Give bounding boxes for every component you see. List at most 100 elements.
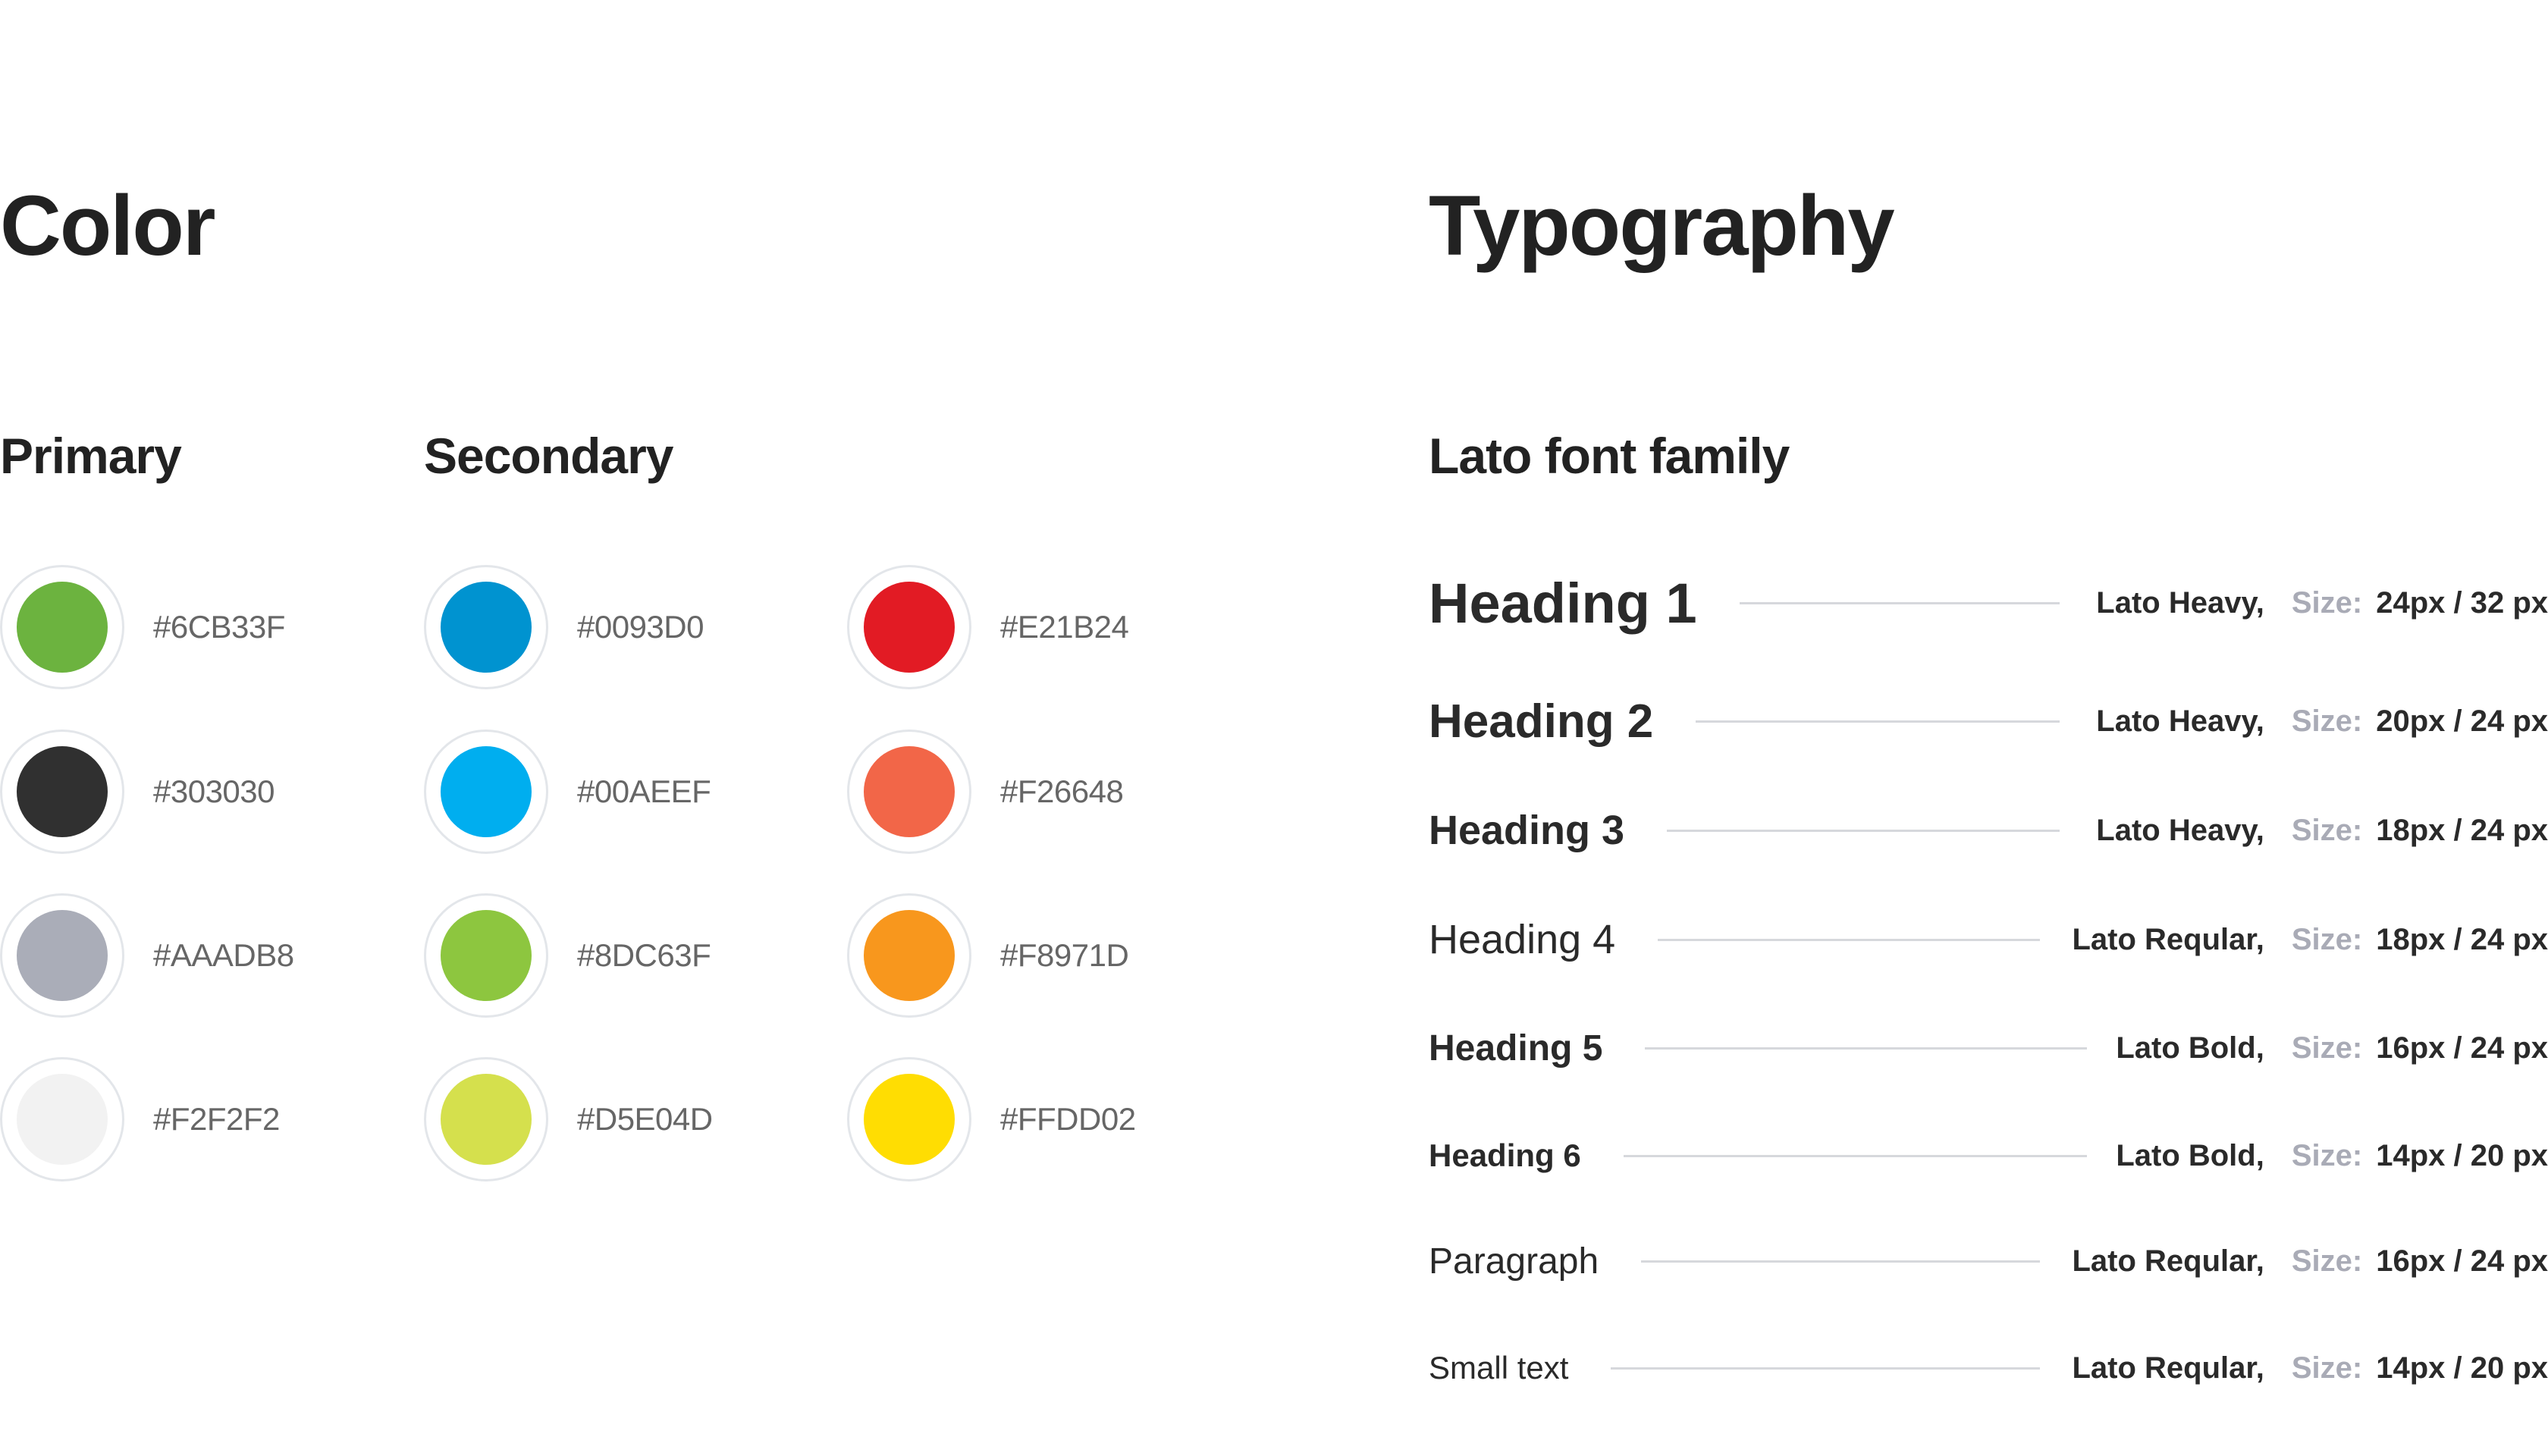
divider-line (1658, 938, 2040, 941)
font-name: Lato Reqular, (2072, 1244, 2264, 1278)
size-value: 18px / 24 px (2376, 922, 2548, 956)
color-swatch-circle (864, 582, 955, 673)
color-swatch-item: #00AEEF (424, 728, 711, 855)
type-spec: Lato Heavy, Size: 18px / 24 px (2096, 814, 2548, 848)
type-spec: Lato Heavy, Size: 24px / 32 px (2096, 586, 2548, 620)
swatch-ring (0, 565, 124, 689)
color-swatch-item: #FFDD02 (847, 1056, 1136, 1183)
font-name: Lato Heavy, (2096, 704, 2264, 738)
color-swatch-circle (17, 910, 108, 1001)
divider-line (1667, 829, 2060, 832)
color-swatch-circle (441, 1074, 532, 1165)
color-title: Color (0, 178, 215, 273)
color-swatch-item: #D5E04D (424, 1056, 713, 1183)
divider-line (1645, 1046, 2087, 1050)
hex-code-label: #0093D0 (577, 609, 704, 645)
type-spec: Lato Bold, Size: 16px / 24 px (2116, 1031, 2548, 1065)
hex-code-label: #F2F2F2 (153, 1101, 280, 1137)
color-swatch-item: #F8971D (847, 892, 1129, 1019)
hex-code-label: #AAADB8 (153, 937, 294, 973)
color-swatch-item: #8DC63F (424, 892, 711, 1019)
type-spec: Lato Reqular, Size: 14px / 20 px (2072, 1351, 2548, 1385)
color-swatch-item: #F26648 (847, 728, 1124, 855)
font-name: Lato Reqular, (2072, 1351, 2264, 1385)
divider-line (1696, 720, 2060, 723)
hex-code-label: #303030 (153, 774, 275, 809)
divider-line (1641, 1260, 2040, 1263)
type-sample: Heading 5 (1429, 1028, 1603, 1068)
swatch-ring (0, 893, 124, 1018)
primary-heading: Primary (0, 428, 182, 484)
size-value: 14px / 20 px (2376, 1351, 2548, 1385)
color-swatch-circle (864, 1074, 955, 1165)
size-value: 20px / 24 px (2376, 704, 2548, 738)
hex-code-label: #FFDD02 (1000, 1101, 1136, 1137)
type-sample: Heading 2 (1429, 695, 1654, 748)
font-name: Lato Bold, (2116, 1138, 2264, 1172)
type-sample: Paragraph (1429, 1241, 1599, 1282)
hex-code-label: #F26648 (1000, 774, 1124, 809)
color-swatch-circle (17, 746, 108, 837)
swatch-ring (847, 565, 971, 689)
swatch-ring (424, 565, 548, 689)
divider-line (1611, 1367, 2040, 1370)
color-swatch-circle (864, 746, 955, 837)
font-name: Lato Bold, (2116, 1031, 2264, 1065)
size-value: 24px / 32 px (2376, 585, 2548, 620)
color-swatch-item: #6CB33F (0, 563, 285, 691)
size-value: 16px / 24 px (2376, 1244, 2548, 1278)
type-spec: Lato Reqular, Size: 16px / 24 px (2072, 1244, 2548, 1279)
hex-code-label: #00AEEF (577, 774, 711, 809)
swatch-ring (847, 730, 971, 854)
type-sample: Heading 4 (1429, 917, 1616, 962)
font-name: Lato Reqular, (2072, 922, 2264, 956)
typography-row: Small text Lato Reqular, Size: 14px / 20 px (1429, 1330, 2548, 1406)
typography-row: Paragraph Lato Reqular, Size: 16px / 24 px (1429, 1223, 2548, 1299)
color-swatch-item: #0093D0 (424, 563, 704, 691)
size-label: Size: (2291, 1244, 2363, 1278)
swatch-ring (847, 893, 971, 1018)
size-label: Size: (2291, 922, 2363, 956)
type-spec: Lato Heavy, Size: 20px / 24 px (2096, 704, 2548, 739)
color-swatch-circle (441, 746, 532, 837)
typography-row: Heading 1 Lato Heavy, Size: 24px / 32 px (1429, 565, 2548, 641)
swatch-ring (424, 893, 548, 1018)
swatch-ring (424, 730, 548, 854)
color-swatch-item: #F2F2F2 (0, 1056, 280, 1183)
type-sample: Heading 3 (1429, 808, 1625, 853)
size-value: 14px / 20 px (2376, 1138, 2548, 1172)
hex-code-label: #F8971D (1000, 937, 1129, 973)
font-name: Lato Heavy, (2096, 585, 2264, 620)
divider-line (1739, 601, 2060, 604)
type-sample: Small text (1429, 1350, 1569, 1385)
size-label: Size: (2291, 704, 2363, 738)
font-family-heading: Lato font family (1429, 428, 1790, 484)
color-swatch-item: #E21B24 (847, 563, 1129, 691)
type-spec: Lato Bold, Size: 14px / 20 px (2116, 1139, 2548, 1173)
size-label: Size: (2291, 585, 2363, 620)
font-name: Lato Heavy, (2096, 813, 2264, 847)
swatch-ring (0, 1057, 124, 1181)
typography-row: Heading 3 Lato Heavy, Size: 18px / 24 px (1429, 792, 2548, 868)
color-swatch-circle (441, 582, 532, 673)
hex-code-label: #6CB33F (153, 609, 285, 645)
typography-row: Heading 4 Lato Reqular, Size: 18px / 24 px (1429, 902, 2548, 977)
color-swatch-circle (17, 1074, 108, 1165)
color-swatch-circle (17, 582, 108, 673)
hex-code-label: #D5E04D (577, 1101, 713, 1137)
typography-row: Heading 2 Lato Heavy, Size: 20px / 24 px (1429, 683, 2548, 759)
size-label: Size: (2291, 1138, 2363, 1172)
swatch-ring (0, 730, 124, 854)
size-value: 18px / 24 px (2376, 813, 2548, 847)
divider-line (1623, 1154, 2087, 1157)
type-sample: Heading 6 (1429, 1138, 1581, 1173)
size-label: Size: (2291, 1351, 2363, 1385)
swatch-ring (424, 1057, 548, 1181)
color-swatch-circle (864, 910, 955, 1001)
hex-code-label: #8DC63F (577, 937, 711, 973)
typography-row: Heading 6 Lato Bold, Size: 14px / 20 px (1429, 1118, 2548, 1194)
color-swatch-item: #303030 (0, 728, 275, 855)
color-swatch-item: #AAADB8 (0, 892, 294, 1019)
typography-row: Heading 5 Lato Bold, Size: 16px / 24 px (1429, 1010, 2548, 1086)
size-value: 16px / 24 px (2376, 1031, 2548, 1065)
